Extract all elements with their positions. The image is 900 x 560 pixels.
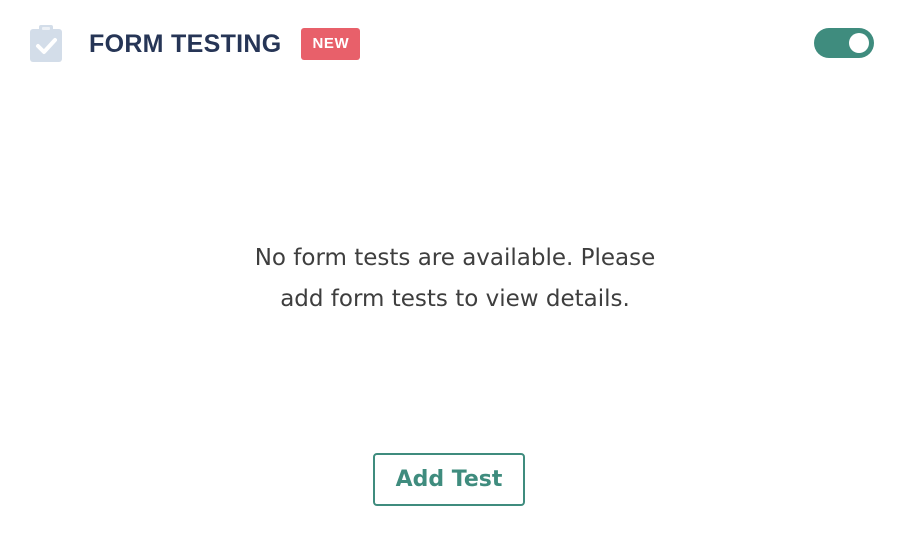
empty-state-line-2: add form tests to view details. [280,286,630,312]
new-badge: NEW [301,28,361,60]
clipboard-check-icon [28,24,64,64]
feature-toggle[interactable] [814,28,874,58]
empty-state-message: No form tests are available. Please add … [200,238,710,320]
empty-state-line-1: No form tests are available. Please [254,245,656,271]
add-test-button[interactable]: Add Test [373,453,525,506]
card-header: FORM TESTING NEW [28,22,361,66]
toggle-knob [849,33,869,53]
card-title: FORM TESTING [89,29,282,58]
form-testing-card: FORM TESTING NEW No form tests are avail… [0,0,900,560]
